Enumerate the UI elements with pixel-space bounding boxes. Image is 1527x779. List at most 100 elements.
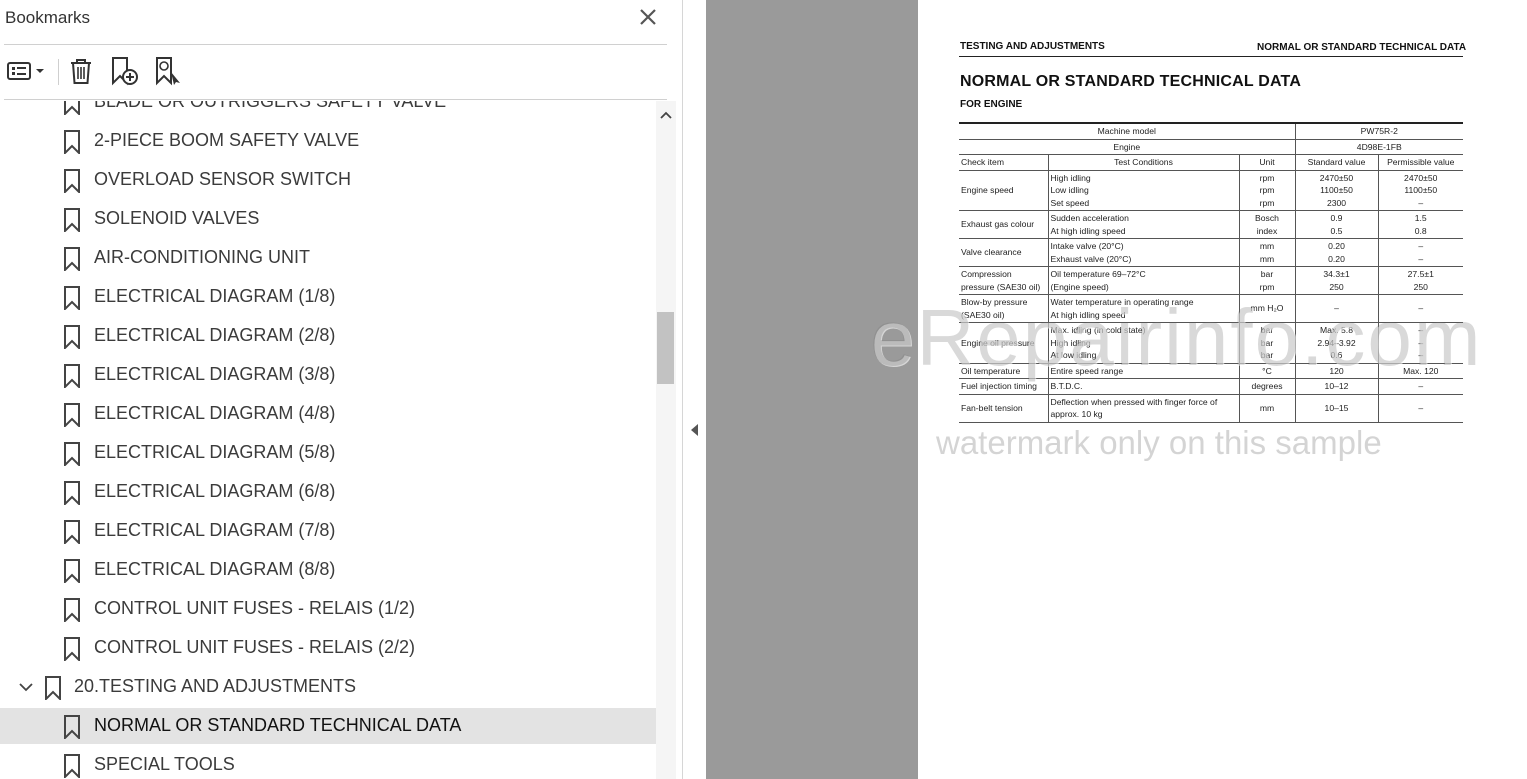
scroll-thumb[interactable] [657,312,674,384]
bookmark-search-icon [156,57,180,86]
cell-line: 120 [1329,365,1344,376]
bookmark-tree: BLADE OR OUTRIGGERS SAFETY VALVE 2-PIECE … [0,101,656,779]
bookmark-icon [63,169,81,195]
bookmark-item[interactable]: CONTROL UNIT FUSES - RELAIS (1/2) [0,591,656,627]
cell-line: High idling [1050,172,1091,183]
bookmark-item[interactable]: 20.TESTING AND ADJUSTMENTS [0,669,656,705]
bookmark-item[interactable]: ELECTRICAL DIAGRAM (3/8) [0,357,656,393]
cell-line: – [1418,303,1424,314]
header-rule [959,56,1463,57]
bookmark-item[interactable]: BLADE OR OUTRIGGERS SAFETY VALVE [0,101,656,120]
cell-line: Set speed [1050,197,1090,208]
cell-line: Intake valve (20°C) [1050,241,1124,251]
bookmark-icon [63,442,81,468]
table-row: Blow-by pressure (SAE30 oil) Water temper… [959,294,1463,323]
bookmark-icon [63,598,81,624]
bookmark-item[interactable]: ELECTRICAL DIAGRAM (2/8) [0,318,656,354]
bookmark-item[interactable]: CONTROL UNIT FUSES - RELAIS (2/2) [0,630,656,666]
table-cell: 10–15 [1295,393,1379,423]
bookmark-item[interactable]: SPECIAL TOOLS [0,747,656,779]
table-cell: 0.20 0.20 [1295,238,1379,267]
find-bookmark-button[interactable] [150,54,186,88]
bookmark-icon [63,520,81,546]
table-cell: bar rpm [1239,266,1296,295]
table-cell: Permissible value [1378,154,1463,171]
table-cell: Max. 5.8 2.94–3.92 0.6 [1295,322,1379,364]
bookmark-icon [63,286,81,312]
scroll-up-button[interactable] [656,107,676,123]
bookmark-item[interactable]: ELECTRICAL DIAGRAM (7/8) [0,513,656,549]
table-cell: 1.5 0.8 [1378,210,1463,239]
bookmark-icon [63,754,81,779]
bookmark-icon [63,130,81,156]
cell-line: B.T.D.C. [1050,381,1083,391]
table-cell: Water temperature in operating range At h… [1048,294,1240,323]
bookmark-item[interactable]: 2-PIECE BOOM SAFETY VALVE [0,123,656,159]
table-row: Oil temperature Entire speed range °C 120 Ma… [959,362,1463,379]
cell-line: Deflection when pressed with finger forc… [1050,396,1218,420]
table-cell: Fan-belt tension [959,393,1049,423]
bookmark-label: SPECIAL TOOLS [94,754,235,774]
page-title: NORMAL OR STANDARD TECHNICAL DATA [960,73,1302,90]
table-cell: Valve clearance [959,238,1049,267]
delete-bookmark-button[interactable] [66,54,96,88]
cell-line: 0.6 [1330,350,1343,360]
cell-line: (Engine speed) [1050,281,1109,292]
bookmark-label: ELECTRICAL DIAGRAM (4/8) [94,403,336,423]
table-cell: 2470±50 1100±50 – [1378,169,1463,211]
bookmark-item[interactable]: ELECTRICAL DIAGRAM (6/8) [0,474,656,510]
table-cell: 0.9 0.5 [1295,210,1379,239]
table-cell: Fuel injection timing [959,378,1049,395]
close-icon [640,9,656,25]
cell-line: rpm [1259,172,1275,183]
collapse-panel-icon[interactable] [689,422,699,438]
table-cell: – – – [1378,322,1463,364]
table-cell: Blow-by pressure (SAE30 oil) [959,294,1049,323]
scrollbar[interactable] [656,101,676,779]
document-background [706,0,918,779]
bookmark-label: NORMAL OR STANDARD TECHNICAL DATA [94,715,462,735]
bookmark-item[interactable]: ELECTRICAL DIAGRAM (1/8) [0,279,656,315]
table-cell: Bosch index [1239,210,1296,239]
table-cell: – [1295,294,1379,323]
bookmark-icon [63,715,81,741]
bookmark-item[interactable]: ELECTRICAL DIAGRAM (5/8) [0,435,656,471]
cell-line: 2.94–3.92 [1317,337,1356,348]
cell-line: – [1418,197,1424,208]
panel-splitter[interactable] [683,0,706,779]
cell-line: 2470±50 [1404,172,1438,183]
cell-line: rpm [1259,185,1275,195]
cell-line: Max. 120 [1403,365,1439,376]
add-bookmark-button[interactable] [106,54,142,88]
options-menu-button[interactable] [4,54,48,88]
bookmark-label: AIR-CONDITIONING UNIT [94,247,310,267]
chevron-down-icon[interactable] [18,679,34,695]
cell-line: 0.20 [1328,253,1345,264]
cell-line: At high idling speed [1050,225,1126,236]
bookmark-item[interactable]: OVERLOAD SENSOR SWITCH [0,162,656,198]
bookmark-item[interactable]: ELECTRICAL DIAGRAM (4/8) [0,396,656,432]
table-row: Compression pressure (SAE30 oil) Oil temp… [959,266,1463,295]
bookmark-item[interactable]: ELECTRICAL DIAGRAM (8/8) [0,552,656,588]
trash-icon [71,59,91,84]
bookmark-item[interactable]: SOLENOID VALVES [0,201,656,237]
table-cell: B.T.D.C. [1048,378,1240,395]
cell-line: mm [1259,253,1275,264]
bookmark-item[interactable]: NORMAL OR STANDARD TECHNICAL DATA [0,708,656,744]
close-panel-button[interactable] [637,6,659,28]
cell-line: 0.9 [1330,213,1343,223]
bookmark-icon [63,364,81,390]
cell-line: 1100±50 [1404,185,1438,195]
table-cell: 10–12 [1295,378,1379,395]
table-cell: Engine [959,138,1296,155]
bookmark-icon [63,325,81,351]
bookmark-label: OVERLOAD SENSOR SWITCH [94,169,352,189]
table-cell: Entire speed range [1048,362,1240,379]
table-cell: Machine model [959,122,1296,140]
cell-line: bar [1260,269,1274,279]
bookmark-item[interactable]: AIR-CONDITIONING UNIT [0,240,656,276]
bookmark-label: ELECTRICAL DIAGRAM (6/8) [94,481,336,501]
table-cell: 2470±50 1100±50 2300 [1295,169,1379,211]
table-cell: Exhaust gas colour [959,210,1049,239]
table-row: Engine 4D98E-1FB [959,138,1463,155]
